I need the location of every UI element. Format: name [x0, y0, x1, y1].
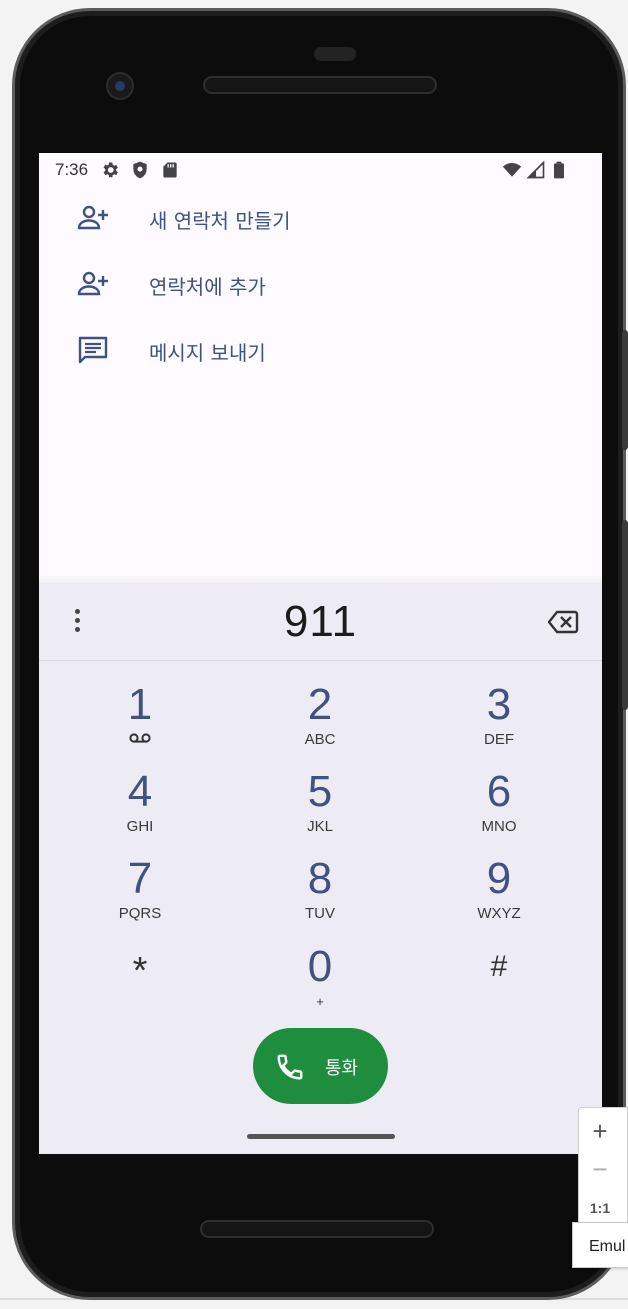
dialpad-key-star[interactable]: *	[75, 943, 205, 1023]
key-letters: GHI	[126, 818, 154, 835]
key-letters: WXYZ	[477, 905, 521, 922]
key-digit: 4	[127, 767, 153, 816]
key-digit: 6	[486, 767, 512, 816]
key-digit: 1	[127, 680, 153, 729]
zoom-out-button[interactable]: −	[579, 1154, 621, 1185]
key-letters: ABC	[304, 731, 336, 748]
dialpad-key-1[interactable]: 1	[75, 681, 205, 761]
key-digit: 5	[307, 767, 333, 816]
key-digit: 0	[307, 942, 333, 991]
action-label: 메시지 보내기	[149, 341, 266, 365]
power-button[interactable]	[622, 330, 628, 450]
dialpad-key-7[interactable]: 7 PQRS	[75, 855, 205, 935]
key-digit: 3	[486, 680, 512, 729]
front-camera	[106, 72, 134, 100]
dialpad-key-6[interactable]: 6 MNO	[434, 768, 564, 848]
backspace-icon[interactable]	[547, 609, 579, 635]
tooltip: Emul	[572, 1222, 628, 1268]
voicemail-icon	[129, 733, 151, 743]
status-bar: 7:36	[39, 153, 602, 187]
emulator-window: 7:36 새 연락처 만들기 연락처에 추가 메시지 보내기 911 1 2 A…	[0, 0, 628, 1309]
wifi-icon	[502, 163, 522, 177]
dialpad-key-2[interactable]: 2 ABC	[255, 681, 385, 761]
key-letters: MNO	[481, 818, 517, 835]
gear-icon	[103, 162, 118, 178]
zoom-controls: + − 1:1	[578, 1107, 628, 1225]
add-person-icon	[77, 205, 108, 230]
dialpad-key-5[interactable]: 5 JKL	[255, 768, 385, 848]
send-message-action[interactable]: 메시지 보내기	[39, 322, 602, 378]
dialpad-key-hash[interactable]: #	[434, 943, 564, 1023]
key-digit: 2	[307, 680, 333, 729]
key-digit: 8	[307, 854, 333, 903]
dialpad-key-0[interactable]: 0 +	[255, 943, 385, 1023]
dialpad: 911 1 2 ABC 3 DEF 4 GHI 5 JKL 6 MNO 7 PQ…	[39, 583, 602, 1154]
volume-button[interactable]	[622, 520, 628, 710]
call-label: 통화	[325, 1058, 359, 1079]
key-letters: PQRS	[118, 905, 162, 922]
key-digit: 7	[127, 854, 153, 903]
key-letters: DEF	[484, 731, 514, 748]
dialpad-key-9[interactable]: 9 WXYZ	[434, 855, 564, 935]
key-digit: 9	[486, 854, 512, 903]
key-letters: JKL	[307, 818, 333, 835]
create-contact-action[interactable]: 새 연락처 만들기	[39, 190, 602, 246]
zoom-in-button[interactable]: +	[579, 1116, 621, 1147]
digits-row: 911	[39, 583, 602, 661]
bottom-speaker	[200, 1220, 434, 1238]
phone-screen: 7:36 새 연락처 만들기 연락처에 추가 메시지 보내기 911 1 2 A…	[39, 153, 602, 1154]
add-person-icon	[77, 271, 108, 296]
key-symbol: *	[132, 950, 148, 992]
key-letters: +	[316, 994, 324, 1009]
add-to-contact-action[interactable]: 연락처에 추가	[39, 256, 602, 312]
status-time: 7:36	[55, 160, 89, 179]
top-speaker	[203, 76, 437, 94]
tooltip-text: Emul	[589, 1238, 626, 1255]
dialed-number[interactable]: 911	[39, 597, 602, 647]
sensor-slot	[314, 47, 356, 61]
call-button[interactable]: 통화	[253, 1028, 388, 1104]
key-letters: TUV	[305, 905, 335, 922]
dialpad-key-4[interactable]: 4 GHI	[75, 768, 205, 848]
message-icon	[78, 336, 108, 364]
actual-size-button[interactable]: 1:1	[579, 1200, 621, 1216]
sd-card-icon	[163, 162, 177, 178]
gesture-nav-handle[interactable]	[247, 1134, 395, 1139]
signal-icon	[526, 160, 545, 179]
dialpad-key-3[interactable]: 3 DEF	[434, 681, 564, 761]
shield-icon	[133, 161, 147, 179]
phone-icon	[277, 1054, 303, 1080]
dialpad-key-8[interactable]: 8 TUV	[255, 855, 385, 935]
key-symbol: #	[490, 950, 508, 983]
action-label: 연락처에 추가	[149, 275, 266, 299]
battery-icon	[554, 161, 564, 179]
action-label: 새 연락처 만들기	[149, 209, 291, 233]
